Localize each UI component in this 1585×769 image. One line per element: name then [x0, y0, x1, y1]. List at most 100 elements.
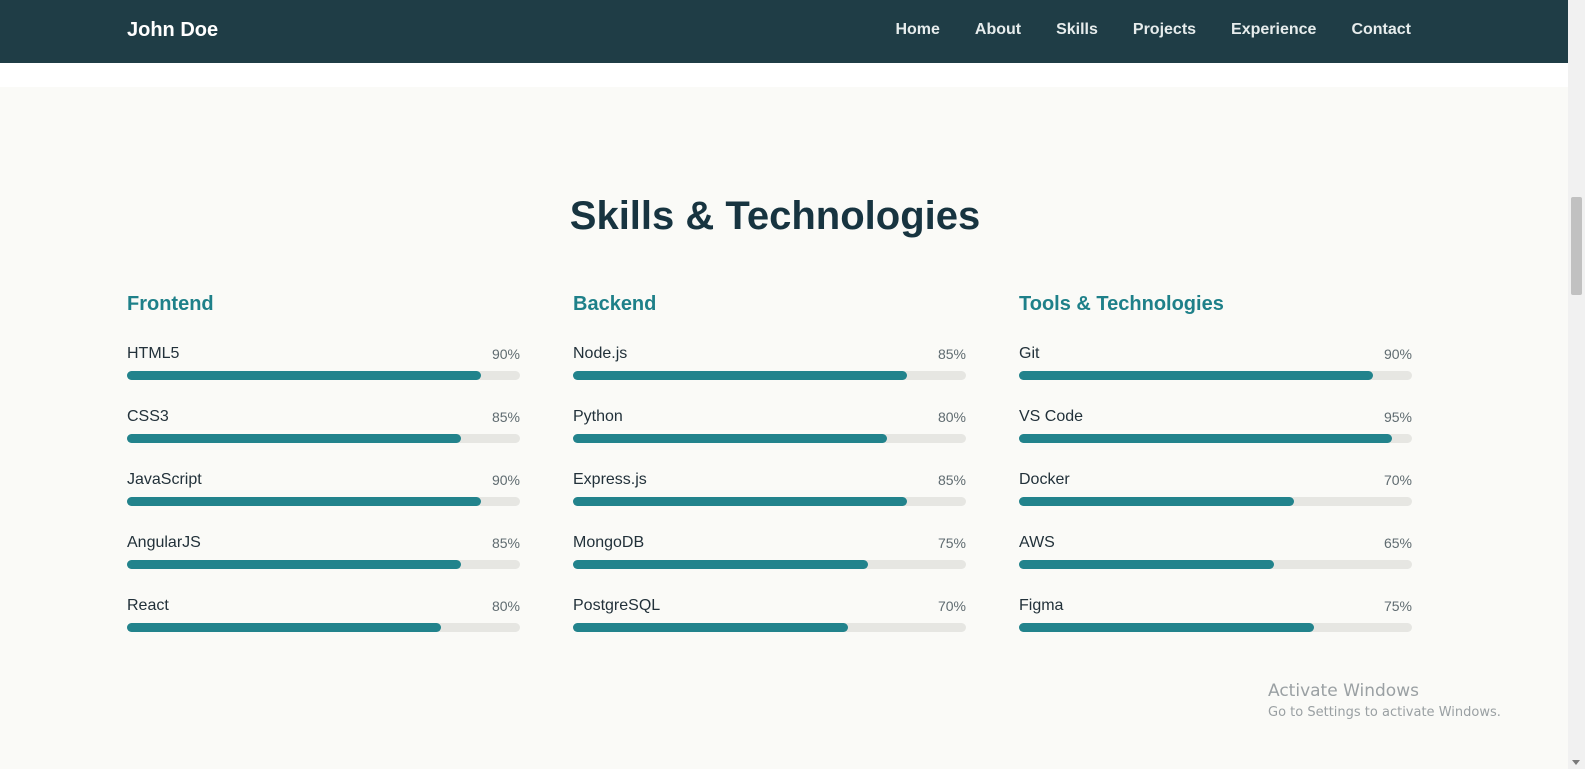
- skill-column-tools: Tools & Technologies Git 90% VS Code 95% Doc…: [1019, 293, 1412, 658]
- skill-percent: 90%: [1383, 346, 1412, 362]
- progress-fill: [127, 497, 481, 506]
- nav-link-experience[interactable]: Experience: [1231, 21, 1316, 39]
- skill-percent: 75%: [937, 535, 966, 551]
- progress-track: [127, 623, 520, 632]
- skill-item: MongoDB 75%: [573, 532, 966, 595]
- nav-link-home[interactable]: Home: [895, 21, 939, 39]
- section-divider: [0, 63, 1568, 87]
- skill-percent: 75%: [1383, 598, 1412, 614]
- scroll-down-arrow-icon[interactable]: [1572, 760, 1580, 765]
- skill-item: Express.js 85%: [573, 469, 966, 532]
- skill-name: PostgreSQL: [573, 597, 661, 614]
- skill-name: Express.js: [573, 471, 647, 488]
- nav-link-contact[interactable]: Contact: [1351, 21, 1411, 39]
- skill-name: AngularJS: [127, 534, 201, 551]
- skill-item: HTML5 90%: [127, 343, 520, 406]
- progress-fill: [1019, 434, 1393, 443]
- section-title: Skills & Technologies: [569, 194, 981, 238]
- skill-item: CSS3 85%: [127, 406, 520, 469]
- skill-item: Node.js 85%: [573, 343, 966, 406]
- nav-link-projects[interactable]: Projects: [1133, 21, 1196, 39]
- skill-name: Node.js: [573, 345, 628, 362]
- skill-list: Node.js 85% Python 80% Express.js 85% MongoDB 7…: [573, 343, 966, 658]
- progress-track: [573, 371, 966, 380]
- skill-item: JavaScript 90%: [127, 469, 520, 532]
- watermark-subtitle: Go to Settings to activate Windows.: [1268, 705, 1501, 720]
- progress-fill: [127, 623, 442, 632]
- progress-fill: [1019, 497, 1295, 506]
- brand-name[interactable]: John Doe: [127, 19, 218, 42]
- progress-fill: [573, 560, 868, 569]
- skill-percent: 90%: [491, 346, 520, 362]
- column-title: Frontend: [127, 293, 214, 315]
- skill-percent: 80%: [491, 598, 520, 614]
- skill-list: Git 90% VS Code 95% Docker 70% AWS 65% Figma 75%: [1019, 343, 1412, 658]
- skill-list: HTML5 90% CSS3 85% JavaScript 90% AngularJS 85%…: [127, 343, 520, 658]
- skill-percent: 90%: [491, 472, 520, 488]
- progress-fill: [573, 497, 908, 506]
- progress-track: [127, 497, 520, 506]
- skill-name: JavaScript: [127, 471, 202, 488]
- progress-track: [127, 560, 520, 569]
- skill-name: Git: [1019, 345, 1040, 362]
- skill-name: Docker: [1019, 471, 1070, 488]
- activate-windows-watermark: Activate Windows Go to Settings to activ…: [1268, 681, 1501, 720]
- skill-item: Figma 75%: [1019, 595, 1412, 658]
- progress-fill: [1019, 371, 1373, 380]
- progress-track: [1019, 434, 1412, 443]
- skill-column-backend: Backend Node.js 85% Python 80% Express.js 85%…: [573, 293, 966, 658]
- progress-track: [573, 560, 966, 569]
- skill-name: VS Code: [1019, 408, 1084, 425]
- skill-column-frontend: Frontend HTML5 90% CSS3 85% JavaScript 90% Ang…: [127, 293, 520, 658]
- scrollbar-thumb[interactable]: [1571, 197, 1582, 295]
- skill-name: HTML5: [127, 345, 180, 362]
- skill-item: VS Code 95%: [1019, 406, 1412, 469]
- watermark-title: Activate Windows: [1268, 681, 1419, 701]
- skill-item: Git 90%: [1019, 343, 1412, 406]
- progress-fill: [573, 371, 908, 380]
- progress-fill: [1019, 560, 1275, 569]
- skill-name: React: [127, 597, 169, 614]
- progress-track: [1019, 560, 1412, 569]
- nav-link-skills[interactable]: Skills: [1056, 21, 1098, 39]
- skill-item: AngularJS 85%: [127, 532, 520, 595]
- column-title: Tools & Technologies: [1019, 293, 1224, 315]
- skill-percent: 70%: [937, 598, 966, 614]
- progress-track: [573, 623, 966, 632]
- skill-item: React 80%: [127, 595, 520, 658]
- progress-track: [127, 371, 520, 380]
- nav-links: Home About Skills Projects Experience Co…: [895, 21, 1411, 39]
- skill-name: Figma: [1019, 597, 1064, 614]
- skill-percent: 70%: [1383, 472, 1412, 488]
- progress-track: [1019, 497, 1412, 506]
- skill-percent: 85%: [937, 346, 966, 362]
- skill-name: MongoDB: [573, 534, 645, 551]
- skill-percent: 85%: [491, 409, 520, 425]
- vertical-scrollbar[interactable]: [1568, 0, 1585, 769]
- skill-item: Python 80%: [573, 406, 966, 469]
- progress-track: [573, 497, 966, 506]
- skill-name: CSS3: [127, 408, 169, 425]
- skill-percent: 65%: [1383, 535, 1412, 551]
- progress-track: [1019, 371, 1412, 380]
- skill-percent: 95%: [1383, 409, 1412, 425]
- progress-fill: [573, 623, 849, 632]
- skill-item: Docker 70%: [1019, 469, 1412, 532]
- progress-fill: [573, 434, 888, 443]
- skill-percent: 85%: [491, 535, 520, 551]
- progress-track: [1019, 623, 1412, 632]
- skill-name: Python: [573, 408, 623, 425]
- progress-fill: [127, 434, 462, 443]
- navbar: John Doe Home About Skills Projects Expe…: [0, 0, 1568, 63]
- column-title: Backend: [573, 293, 657, 315]
- skill-item: PostgreSQL 70%: [573, 595, 966, 658]
- progress-track: [573, 434, 966, 443]
- skill-percent: 85%: [937, 472, 966, 488]
- progress-fill: [1019, 623, 1314, 632]
- skill-item: AWS 65%: [1019, 532, 1412, 595]
- progress-fill: [127, 371, 481, 380]
- skills-section: Skills & Technologies Frontend HTML5 90% C…: [0, 87, 1568, 769]
- nav-link-about[interactable]: About: [975, 21, 1021, 39]
- skill-name: AWS: [1019, 534, 1055, 551]
- skill-percent: 80%: [937, 409, 966, 425]
